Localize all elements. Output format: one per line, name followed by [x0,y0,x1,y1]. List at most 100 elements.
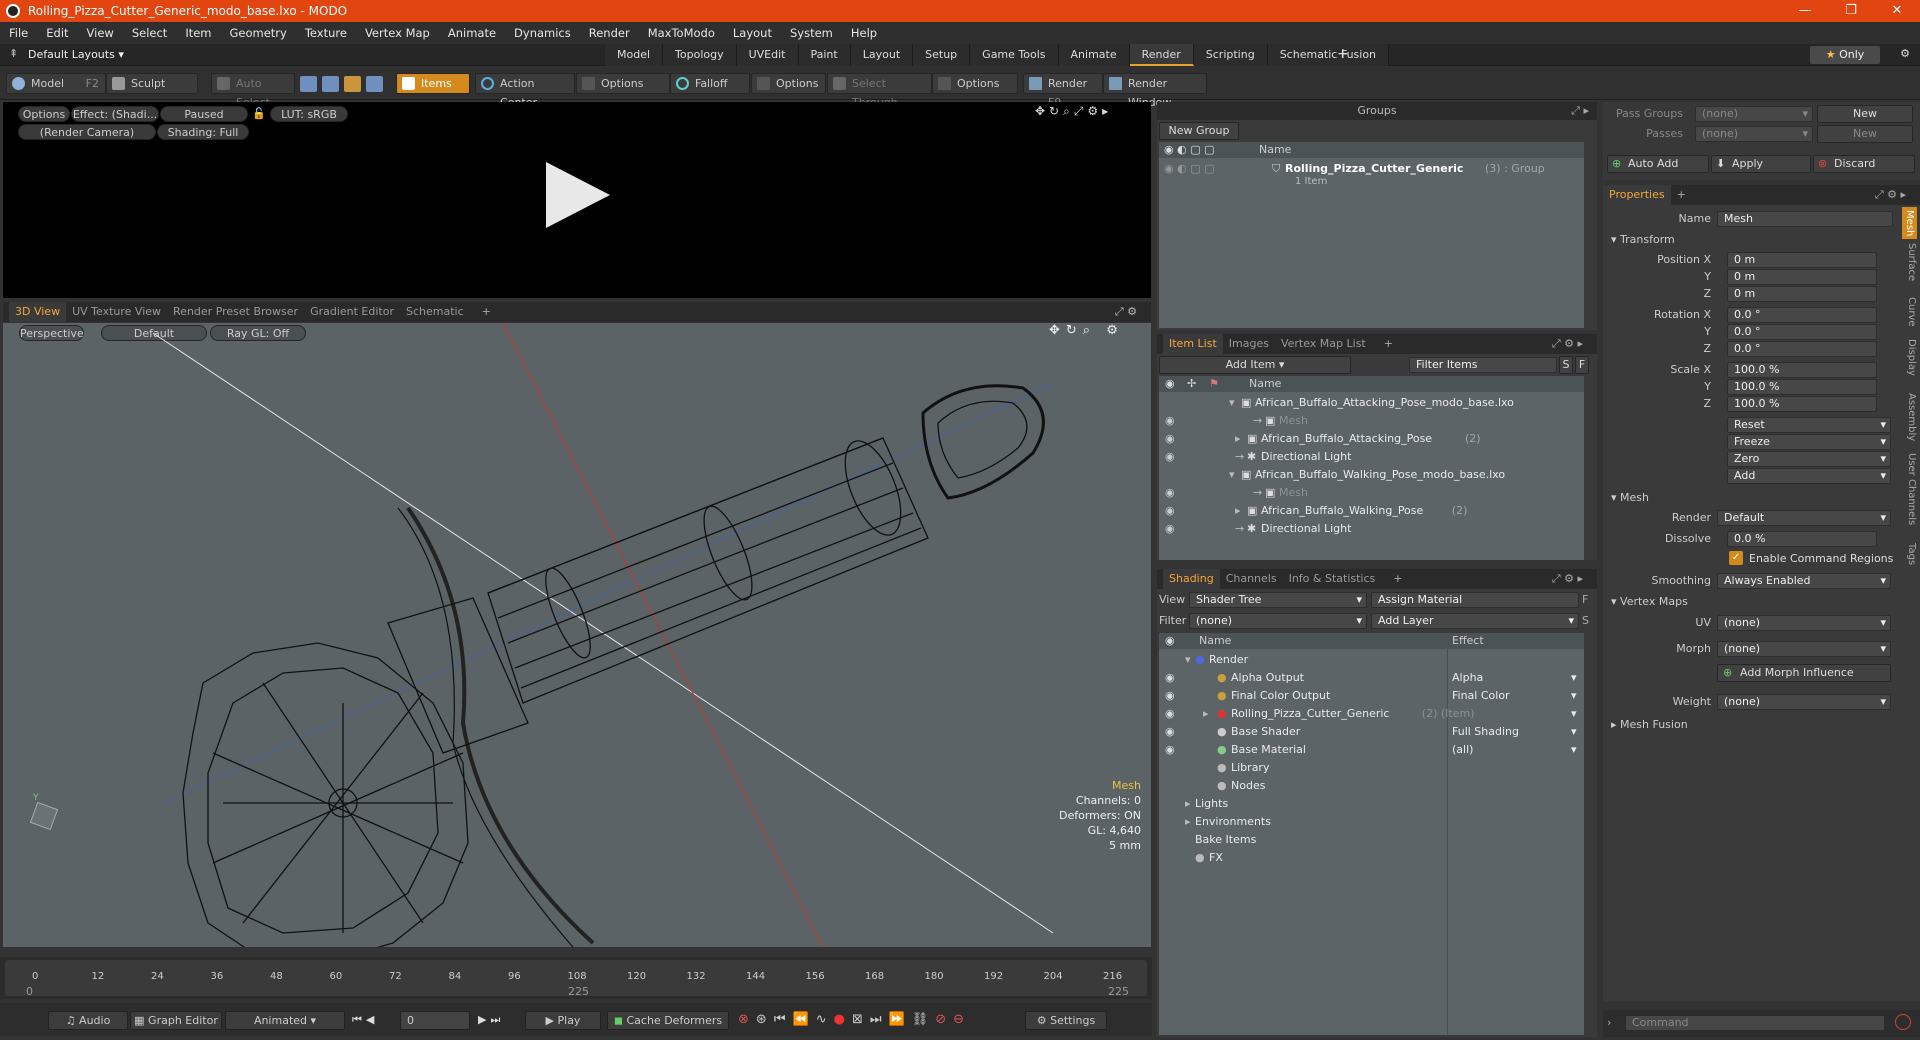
clear-icon[interactable]: ⊘ [935,1012,946,1027]
menu-render[interactable]: Render [580,26,639,40]
remove-icon[interactable]: ⊖ [953,1012,964,1027]
tab-render-preset-browser[interactable]: Render Preset Browser [167,302,304,322]
list-item[interactable]: ◉ → ✱ Directional Light [1159,448,1584,466]
weight-dropdown[interactable]: (none) ▾ [1717,694,1891,710]
item-name-field[interactable]: Mesh [1717,211,1893,227]
layout-tab-paint[interactable]: Paint [798,44,851,66]
tab-info-statistics[interactable]: Info & Statistics [1283,569,1382,589]
smoothing-dropdown[interactable]: Always Enabled ▾ [1717,573,1891,589]
frame-field[interactable]: 0 [400,1011,470,1030]
shader-row[interactable]: Bake Items [1159,831,1584,849]
zero-dropdown[interactable]: Zero ▾ [1727,451,1891,467]
rotation-y-field[interactable]: 0.0 ° [1727,324,1877,340]
layout-tab-schematic-fusion[interactable]: Schematic Fusion [1267,44,1390,66]
viewport-expand-icon[interactable]: ⤢ ⚙ [1109,302,1143,322]
shader-row[interactable]: ◉ ● Final Color Output Final Color ▾ [1159,687,1584,705]
shader-row-effect[interactable]: Final Color [1452,687,1510,705]
transport-back-icons[interactable]: ⏮◀ [352,1013,378,1027]
add-tab-icon[interactable]: + [1671,185,1692,205]
close-icon[interactable]: ✕ [1874,0,1920,22]
filter-s-button[interactable]: S [1559,356,1573,374]
animated-dropdown[interactable]: Animated ▾ [225,1011,345,1030]
vertex-mode-icon[interactable] [300,76,317,92]
transport-forward-icons[interactable]: ▶⏭ [478,1013,504,1027]
list-item[interactable]: ▾ ▣ African_Buffalo_Walking_Pose_modo_base… [1159,466,1584,484]
layout-dropdown[interactable]: Default Layouts ▾ [28,48,124,61]
menu-geometry[interactable]: Geometry [221,26,296,40]
shader-row[interactable]: ▾ ● Render [1159,651,1584,669]
add-morph-influence-button[interactable]: ⊕ Add Morph Influence [1717,664,1891,682]
delete-key-icon[interactable]: ⊠ [852,1012,863,1027]
eye-icon[interactable]: ◉ [1165,520,1175,538]
chevron-down-icon[interactable]: ▾ [1571,723,1577,741]
command-expand-icon[interactable]: › [1607,1016,1611,1029]
menu-animate[interactable]: Animate [439,26,505,40]
settings-button[interactable]: ⚙ Settings [1025,1011,1107,1030]
menu-dynamics[interactable]: Dynamics [505,26,580,40]
new-pass-button[interactable]: New [1817,125,1913,143]
group-row[interactable]: ◉ ◐ ▢ ▢ ⛉ Rolling_Pizza_Cutter_Generic (… [1159,160,1584,192]
position-z-field[interactable]: 0 m [1727,286,1877,302]
eye-icon[interactable]: ◉ [1165,741,1175,759]
enable-command-regions-checkbox[interactable]: ✓ [1729,551,1743,565]
view-dropdown[interactable]: Shader Tree ▾ [1189,592,1367,608]
passes-dropdown[interactable]: (none) ▾ [1695,126,1813,142]
scale-z-field[interactable]: 100.0 % [1727,396,1877,412]
curve-icon[interactable]: ∿ [816,1012,827,1027]
menu-layout[interactable]: Layout [724,26,781,40]
menu-file[interactable]: File [0,26,37,40]
rotation-z-field[interactable]: 0.0 ° [1727,341,1877,357]
shader-row[interactable]: ◉ ● Base Material (all) ▾ [1159,741,1584,759]
filter-dropdown[interactable]: (none) ▾ [1189,613,1367,629]
items-mode-button[interactable]: Items [396,73,470,94]
expand-right-icon[interactable]: ▸ [1235,430,1241,448]
eye-icon[interactable]: ◉ [1165,412,1175,430]
layout-tab-scripting[interactable]: Scripting [1193,44,1268,66]
side-tab-display[interactable]: Display [1906,339,1917,376]
preview-nav-icons[interactable]: ✥↻⌕⤢⚙▸ [1035,104,1112,119]
material-mode-icon[interactable] [366,76,383,92]
add-tab-icon[interactable]: + [1337,46,1349,62]
shader-row-effect[interactable]: Full Shading [1452,723,1519,741]
key-icon[interactable]: ⊗ [738,1012,749,1027]
filter-items-input[interactable]: Filter Items [1409,357,1557,373]
list-item[interactable]: ◉ ▸ ▣ African_Buffalo_Attacking_Pose (2) [1159,430,1584,448]
eye-icon[interactable]: ◉ [1165,669,1175,687]
eye-icon[interactable]: ◉ [1165,723,1175,741]
layout-tab-uvedit[interactable]: UVEdit [736,44,799,66]
chevron-down-icon[interactable]: ▾ [1571,741,1577,759]
expand-right-icon[interactable]: ▸ [1185,813,1191,831]
layout-tab-render[interactable]: Render [1129,44,1194,66]
add-viewport-tab-icon[interactable]: + [476,302,497,322]
mesh-fusion-section[interactable]: ▸ Mesh Fusion [1611,718,1688,731]
shading-dropdown[interactable]: Shading: Full [157,124,249,140]
falloff-options-button[interactable]: Options [751,73,826,94]
layout-tab-model[interactable]: Model [605,44,664,66]
side-tab-tags[interactable]: Tags [1906,543,1917,565]
only-button[interactable]: ★ Only [1810,46,1880,64]
expand-right-icon[interactable]: ▸ [1203,705,1209,723]
tab-images[interactable]: Images [1223,334,1275,354]
morph-dropdown[interactable]: (none) ▾ [1717,641,1891,657]
menu-system[interactable]: System [781,26,842,40]
gear-icon[interactable]: ⚙ [1900,47,1910,60]
prev-key-icon[interactable]: ⏮ [774,1012,786,1027]
discard-button[interactable]: ⊗ Discard [1813,155,1915,173]
eye-icon[interactable]: ◉ [1165,502,1175,520]
shader-row[interactable]: ◉ ● Base Shader Full Shading ▾ [1159,723,1584,741]
render-window-button[interactable]: Render Window [1103,73,1207,109]
tab-uv-texture-view[interactable]: UV Texture View [66,302,167,322]
tree-line-icon[interactable]: → [1253,412,1262,430]
list-item[interactable]: ◉ → ▣ Mesh [1159,412,1584,430]
command-history-icon[interactable] [1895,1014,1911,1030]
menu-item[interactable]: Item [176,26,220,40]
shader-row-effect[interactable]: (all) [1452,741,1473,759]
record-icon[interactable]: ● [834,1012,845,1027]
graph-editor-button[interactable]: ▦ Graph Editor [130,1011,222,1030]
chevron-down-icon[interactable]: ▾ [1571,669,1577,687]
scale-y-field[interactable]: 100.0 % [1727,379,1877,395]
reset-dropdown[interactable]: Reset ▾ [1727,417,1891,433]
list-item[interactable]: ◉ → ▣ Mesh [1159,484,1584,502]
scale-x-field[interactable]: 100.0 % [1727,362,1877,378]
timeline[interactable]: 0 12 24 36 48 60 72 84 96 108 120 132 144 156 168 180 19… [0,957,1152,999]
